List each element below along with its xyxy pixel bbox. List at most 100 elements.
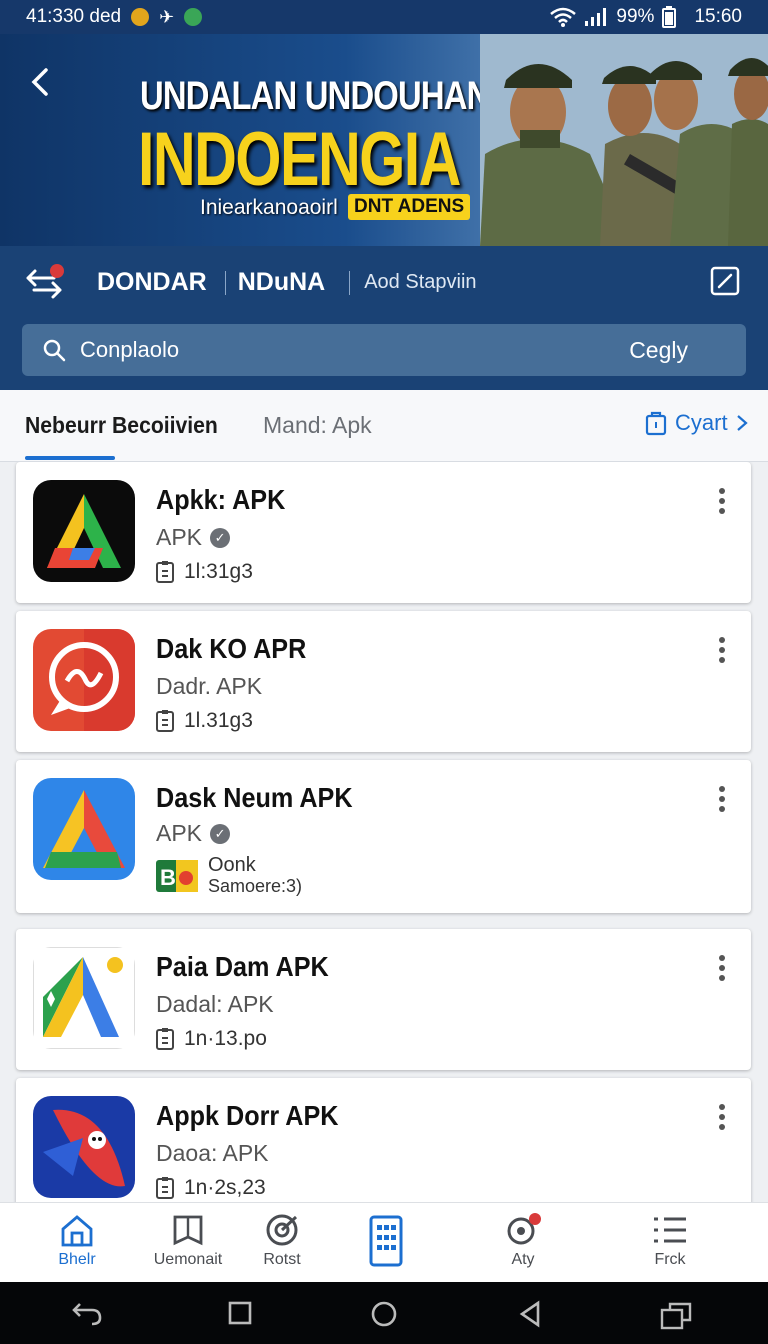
airplane-icon: ✈ bbox=[159, 6, 175, 27]
list-item[interactable]: Dask Neum APK APK ✓ B Oonk Samoere:3) bbox=[16, 760, 751, 913]
home-button-icon[interactable] bbox=[370, 1300, 398, 1328]
chat-icon bbox=[184, 8, 203, 26]
app-meta: 1n·13.po bbox=[156, 1027, 267, 1051]
bottom-nav: Bhelr Uemonait Rotst Aty Frck bbox=[0, 1202, 768, 1282]
list-item[interactable]: Apkk: APK APK ✓ 1l:31g3 bbox=[16, 462, 751, 603]
book-icon bbox=[173, 1215, 203, 1246]
nav-updates-label: Uemonait bbox=[153, 1251, 223, 1268]
header-nav: DONDAR NDuNA Aod Stapviin bbox=[97, 268, 477, 297]
app-meta-line1: Oonk bbox=[208, 854, 256, 876]
app-size: 1l.31g3 bbox=[184, 709, 253, 732]
app-meta: 1n·2s,23 bbox=[156, 1176, 266, 1200]
search-input[interactable]: Conplaolo Cegly bbox=[22, 324, 746, 376]
cart-link[interactable]: Cyart bbox=[645, 410, 748, 436]
search-icon bbox=[43, 339, 66, 362]
nav-divider bbox=[349, 270, 351, 295]
app-icon bbox=[33, 947, 135, 1049]
app-subtitle-text: Daoa: APK bbox=[156, 1140, 269, 1166]
app-icon bbox=[33, 1096, 135, 1198]
undo-icon[interactable] bbox=[72, 1300, 102, 1326]
nav-apps[interactable] bbox=[336, 1213, 436, 1273]
more-options-icon[interactable] bbox=[712, 784, 732, 814]
app-size: 1l:31g3 bbox=[184, 560, 253, 583]
battery-percent: 99% bbox=[616, 6, 655, 27]
more-options-icon[interactable] bbox=[712, 635, 732, 665]
nav-more-label: Frck bbox=[654, 1251, 686, 1268]
swap-icon[interactable] bbox=[24, 264, 64, 300]
tab-bar: Nebeurr Becoiivien Mand: Apk Cyart bbox=[0, 390, 768, 462]
notification-icon bbox=[131, 8, 150, 26]
chevron-right-icon bbox=[736, 415, 748, 431]
edit-icon[interactable] bbox=[710, 266, 740, 296]
nav-activity-label: Aty bbox=[511, 1251, 535, 1268]
app-meta: 1l.31g3 bbox=[156, 709, 253, 733]
soldiers-photo bbox=[480, 34, 768, 246]
more-options-icon[interactable] bbox=[712, 486, 732, 516]
banner-title-line1: UNDALAN UNDOUHAN bbox=[140, 74, 490, 118]
search-placeholder: Conplaolo bbox=[80, 337, 180, 362]
nav-home-label: Bhelr bbox=[58, 1251, 96, 1268]
promo-banner[interactable]: UNDALAN UNDOUHAN INDOENGIA Iniearkanoaoi… bbox=[0, 34, 768, 246]
list-item[interactable]: Dak KO APR Dadr. APK 1l.31g3 bbox=[16, 611, 751, 752]
app-subtitle: APK ✓ bbox=[156, 524, 231, 551]
nav-updates[interactable]: Uemonait bbox=[138, 1213, 238, 1269]
status-left-text: 41:330 ded bbox=[26, 6, 122, 27]
app-name: Dask Neum APK bbox=[156, 782, 353, 813]
app-subtitle-text: Dadal: APK bbox=[156, 991, 274, 1017]
nav-more[interactable]: Frck bbox=[620, 1213, 720, 1269]
app-name: Apkk: APK bbox=[156, 484, 286, 515]
more-options-icon[interactable] bbox=[712, 1102, 732, 1132]
app-subtitle-text: APK bbox=[156, 820, 203, 846]
back-button-icon[interactable] bbox=[518, 1300, 542, 1328]
cart-label: Cyart bbox=[675, 410, 728, 435]
app-subtitle: Dadr. APK bbox=[156, 673, 262, 700]
file-icon bbox=[156, 561, 174, 583]
more-options-icon[interactable] bbox=[712, 953, 732, 983]
back-arrow-icon[interactable] bbox=[22, 62, 62, 102]
nav-divider bbox=[224, 270, 226, 295]
app-name: Appk Dorr APK bbox=[156, 1100, 339, 1131]
badge-icon: B bbox=[156, 860, 198, 892]
nav-home[interactable]: Bhelr bbox=[27, 1213, 127, 1269]
nav-activity[interactable]: Aty bbox=[473, 1213, 573, 1269]
grid-icon bbox=[369, 1215, 403, 1267]
file-icon bbox=[156, 710, 174, 732]
nav-item-1[interactable]: DONDAR bbox=[97, 268, 207, 297]
verified-icon: ✓ bbox=[210, 823, 231, 844]
banner-subtitle: Iniearkanoaoirl bbox=[200, 196, 338, 219]
app-subtitle: Daoa: APK bbox=[156, 1140, 269, 1167]
verified-icon: ✓ bbox=[210, 527, 231, 548]
status-time: 15:60 bbox=[694, 6, 742, 27]
activity-icon bbox=[507, 1213, 541, 1245]
list-icon bbox=[654, 1217, 686, 1243]
app-icon bbox=[33, 778, 135, 880]
tab-primary[interactable]: Nebeurr Becoiivien bbox=[25, 412, 218, 439]
screenshot-icon[interactable] bbox=[660, 1300, 694, 1330]
banner-title-line2: INDOENGIA bbox=[138, 117, 461, 202]
list-item[interactable]: Paia Dam APK Dadal: APK 1n·13.po bbox=[16, 929, 751, 1070]
nav-rotst[interactable]: Rotst bbox=[232, 1213, 332, 1269]
app-subtitle: APK ✓ bbox=[156, 820, 231, 847]
wifi-icon bbox=[550, 7, 577, 27]
search-button[interactable]: Cegly bbox=[629, 337, 688, 364]
svg-text:B: B bbox=[160, 865, 176, 890]
app-name: Paia Dam APK bbox=[156, 951, 329, 982]
app-name: Dak KO APR bbox=[156, 633, 307, 664]
app-icon bbox=[33, 480, 135, 582]
file-icon bbox=[156, 1177, 174, 1199]
home-icon bbox=[61, 1215, 93, 1247]
app-meta: 1l:31g3 bbox=[156, 560, 253, 584]
signal-icon bbox=[585, 8, 607, 26]
app-meta-line2: Samoere:3) bbox=[208, 876, 303, 896]
bag-icon bbox=[645, 411, 667, 436]
list-item[interactable]: Appk Dorr APK Daoa: APK 1n·2s,23 bbox=[16, 1078, 751, 1202]
app-size: 1n·13.po bbox=[184, 1027, 267, 1050]
tab-secondary[interactable]: Mand: Apk bbox=[263, 412, 372, 439]
app-size: 1n·2s,23 bbox=[184, 1176, 266, 1199]
nav-item-2[interactable]: NDuNA bbox=[238, 268, 326, 297]
recents-icon[interactable] bbox=[228, 1300, 252, 1326]
tab-indicator bbox=[25, 456, 115, 460]
app-header: DONDAR NDuNA Aod Stapviin Conplaolo Cegl… bbox=[0, 246, 768, 390]
nav-item-3[interactable]: Aod Stapviin bbox=[364, 271, 476, 294]
app-subtitle-text: APK bbox=[156, 524, 203, 550]
